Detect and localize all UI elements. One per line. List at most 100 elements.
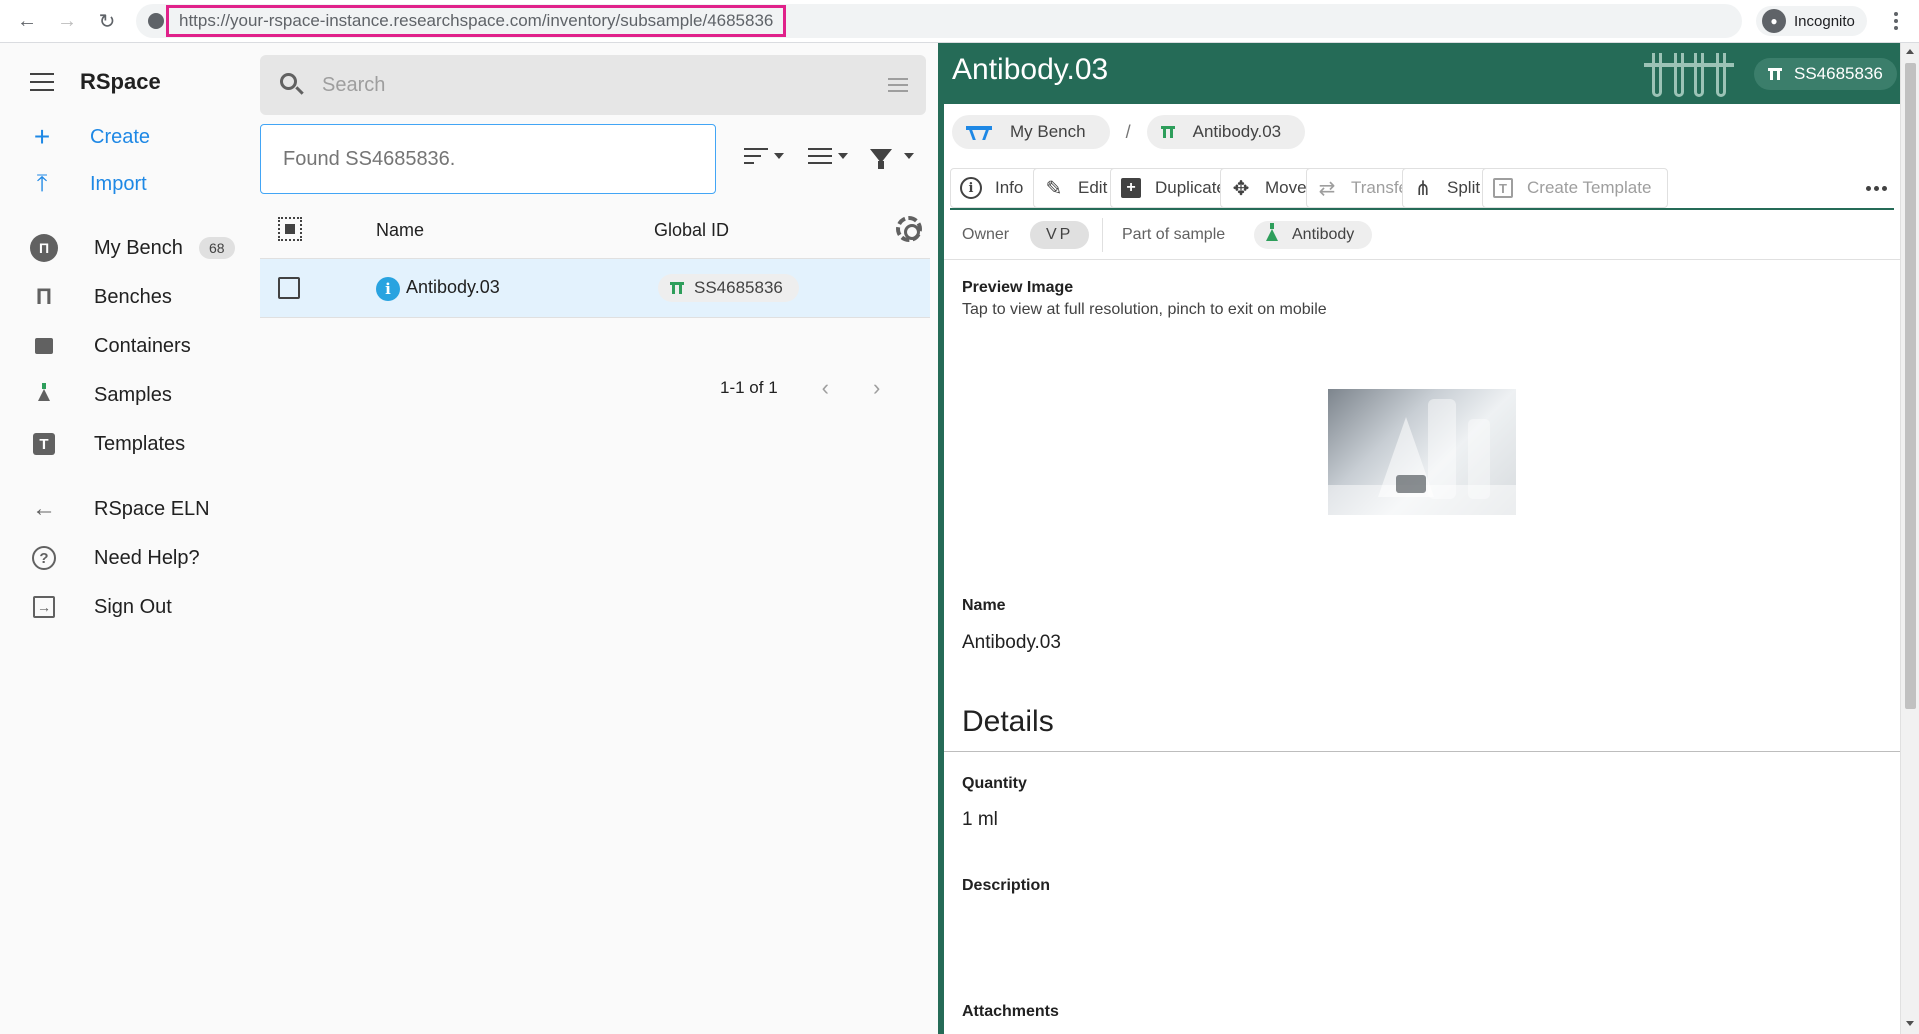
split-icon: ⋔ [1414,177,1432,200]
results-panel: Search Found SS4685836. Name Global ID i… [250,43,938,1034]
incognito-label: Incognito [1794,12,1855,30]
benches-icon: Π [36,284,52,309]
chevron-right-icon[interactable]: › [873,375,880,401]
list-view-icon [808,148,832,164]
scroll-up-icon[interactable] [1906,49,1914,54]
gear-icon[interactable] [896,216,922,242]
edit-label: Edit [1078,178,1108,197]
name-value: Antibody.03 [962,632,1061,653]
column-header-name[interactable]: Name [376,208,424,252]
duplicate-label: Duplicate [1155,178,1226,197]
part-of-sample-label: Part of sample [1122,226,1226,243]
url-host: https://your-rspace-instance.researchspa… [179,11,542,30]
url-text[interactable]: https://your-rspace-instance.researchspa… [166,5,787,37]
duplicate-icon: + [1119,176,1143,200]
sidebar-item-rspace-eln[interactable]: ← RSpace ELN [30,495,210,523]
bench-icon: Π [30,234,58,262]
template-icon: T [1491,176,1515,200]
help-circle-icon: ? [30,544,58,572]
detail-title: Antibody.03 [952,53,1109,86]
row-checkbox[interactable] [278,277,300,299]
name-label: Name [962,597,1006,614]
back-icon[interactable]: ← [14,8,40,34]
sidebar-item-containers[interactable]: Containers [30,332,191,360]
search-bar[interactable]: Search [260,55,926,115]
pagination-range: 1-1 of 1 [720,378,778,397]
search-input[interactable]: Search [322,74,888,97]
sign-out-icon: → [30,593,58,621]
breadcrumb-label: Antibody.03 [1192,122,1282,141]
sidebar-item-samples[interactable]: Samples [30,381,172,409]
address-bar[interactable]: https://your-rspace-instance.researchspa… [136,4,1742,38]
subsample-icon [670,282,684,294]
row-name[interactable]: Antibody.03 [406,277,500,298]
sidebar-item-benches[interactable]: Π Benches [30,283,172,311]
hamburger-menu-icon[interactable] [30,73,54,91]
preview-image-hint: Tap to view at full resolution, pinch to… [962,301,1327,318]
more-actions-icon[interactable] [1866,186,1887,191]
forward-icon[interactable]: → [54,8,80,34]
row-global-id-chip[interactable]: SS4685836 [658,274,799,302]
chevron-down-icon [774,153,784,159]
divider [944,751,1900,752]
create-template-button[interactable]: T Create Template [1482,168,1669,208]
preview-image[interactable] [1328,389,1516,515]
info-icon[interactable]: i [376,277,400,301]
page-scrollbar[interactable] [1900,43,1919,1034]
create-label: Create [90,125,151,148]
pencil-icon: ✎ [1045,177,1063,200]
flask-icon [1266,223,1278,241]
attachments-label: Attachments [962,1003,1059,1020]
incognito-indicator[interactable]: ● Incognito [1756,6,1867,36]
brand: RSpace [30,69,161,95]
sidebar-item-templates[interactable]: T Templates [30,430,185,458]
move-icon: ✥ [1232,177,1250,200]
global-id-badge[interactable]: SS4685836 [1754,58,1897,90]
breadcrumb-subsample[interactable]: Antibody.03 [1146,115,1306,149]
select-all-icon[interactable] [278,217,302,241]
browser-menu-icon[interactable] [1886,8,1906,34]
sidebar-item-help[interactable]: ? Need Help? [30,544,200,572]
table-row[interactable]: i Antibody.03 SS4685836 [260,258,930,318]
owner-label: Owner [962,226,1010,243]
parent-sample-chip[interactable]: Antibody [1254,221,1373,249]
search-options-icon[interactable] [888,78,908,92]
upload-icon: ⤒ [36,170,48,197]
chevron-left-icon[interactable]: ‹ [822,375,829,401]
detail-header: Antibody.03 SS4685836 [944,43,1900,104]
column-header-global-id[interactable]: Global ID [654,208,729,252]
url-path: /inventory/subsample/4685836 [541,11,774,30]
info-button[interactable]: i Info [950,168,1041,208]
view-menu[interactable] [808,141,848,171]
filter-menu[interactable] [870,141,914,171]
owner-chip[interactable]: VP [1030,221,1090,249]
description-label: Description [962,877,1051,894]
sort-menu[interactable] [744,141,784,171]
info-icon: i [959,176,983,200]
chevron-down-icon [904,153,914,159]
browser-toolbar: ← → ↻ https://your-rspace-instance.resea… [0,0,1919,43]
move-label: Move [1265,178,1307,197]
breadcrumb: My Bench / Antibody.03 [952,115,1306,149]
quantity-value: 1 ml [962,809,998,830]
incognito-icon: ● [1762,9,1786,33]
scroll-down-icon[interactable] [1906,1021,1914,1026]
site-info-icon[interactable] [148,13,164,29]
create-button[interactable]: + Create [30,121,150,153]
sidebar-item-label: Containers [94,334,191,357]
detail-panel: Antibody.03 SS4685836 My Bench / Antibod… [938,43,1900,1034]
import-button[interactable]: ⤒ Import [30,170,147,198]
subsample-icon [1768,68,1782,80]
reload-icon[interactable]: ↻ [94,8,120,34]
row-global-id: SS4685836 [694,278,783,297]
chevron-down-icon [838,153,848,159]
transfer-icon: ⇄ [1318,177,1336,200]
sidebar-item-sign-out[interactable]: → Sign Out [30,593,172,621]
create-template-label: Create Template [1527,178,1652,197]
global-id-text: SS4685836 [1794,64,1883,83]
action-toolbar: i Info ✎ Edit + Duplicate ✥ Move ⇄ Trans… [950,168,1894,210]
subsample-rack-icon [1644,49,1734,99]
scrollbar-thumb[interactable] [1905,63,1916,709]
sidebar-item-my-bench[interactable]: Π My Bench 68 [30,234,235,262]
breadcrumb-my-bench[interactable]: My Bench [952,115,1110,149]
